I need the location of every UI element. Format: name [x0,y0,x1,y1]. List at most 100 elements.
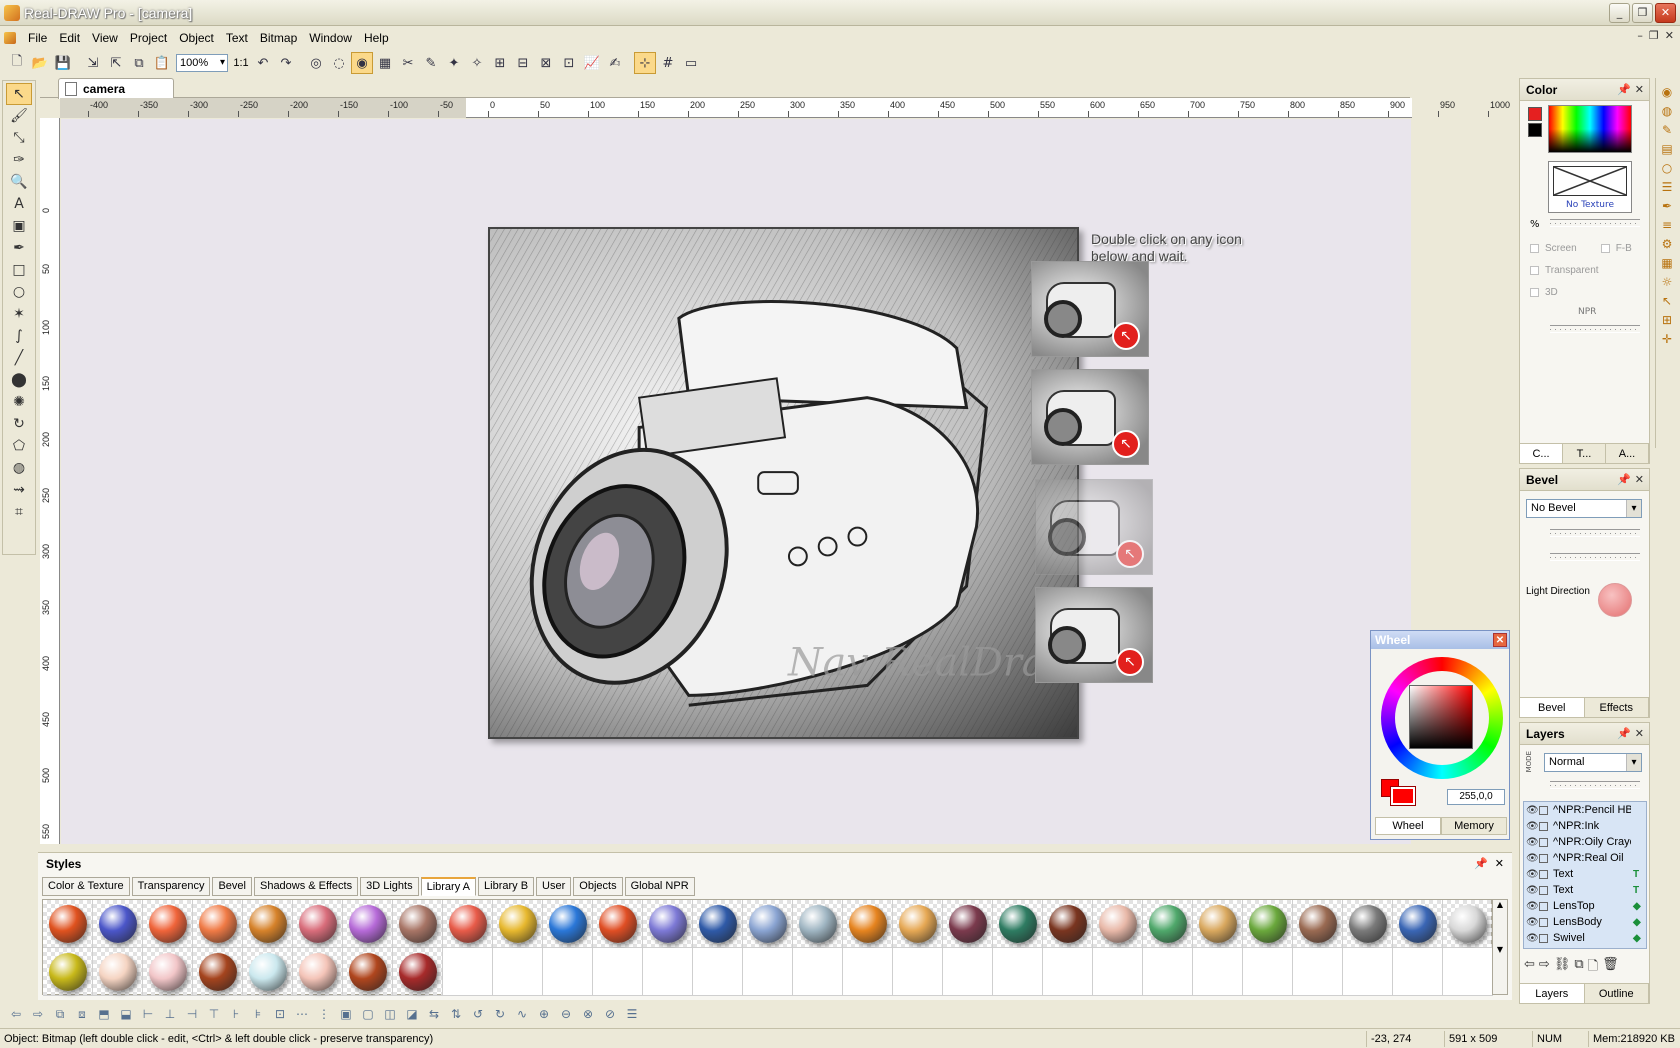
group-objects-icon[interactable]: ▣ [336,1004,356,1024]
properties-icon[interactable]: ☰ [622,1004,642,1024]
weld-icon[interactable]: ⊕ [534,1004,554,1024]
npr-icon[interactable]: ✍ [604,52,626,74]
styles-tab-color-texture[interactable]: Color & Texture [42,877,130,896]
style-swatch-cell[interactable] [1243,900,1293,948]
save-icon[interactable]: 💾 [52,52,74,74]
import-icon[interactable]: ⇲ [82,52,104,74]
menu-edit[interactable]: Edit [53,29,86,47]
distort-tool-icon[interactable]: ⬠ [6,435,32,457]
lock-icon[interactable] [1539,853,1548,863]
actual-size-button[interactable]: 1:1 [231,57,251,69]
style-swatch-cell[interactable] [1243,948,1293,996]
close-button[interactable]: ✕ [1655,3,1676,23]
texture-panel-icon[interactable]: ◍ [1659,103,1675,119]
tab-color[interactable]: C... [1520,444,1563,463]
style-swatch-cell[interactable] [93,900,143,948]
window-layout-icon[interactable]: ▭ [680,52,702,74]
style-swatch-cell[interactable] [1393,900,1443,948]
drawing-canvas[interactable]: Nav RealDraw Double click on any icon be… [61,119,1411,844]
style-swatch-cell[interactable] [793,900,843,948]
align-bottom-icon[interactable]: ⊧ [248,1004,268,1024]
send-back-icon[interactable]: ⧈ [72,1004,92,1024]
distribute-v-icon[interactable]: ⋮ [314,1004,334,1024]
wheel-primary-swatch[interactable] [1390,786,1416,806]
style-swatch-cell[interactable] [393,948,443,996]
styles-tab-library-b[interactable]: Library B [478,877,535,896]
style-swatch-cell[interactable] [1093,900,1143,948]
toggle-effects-icon[interactable]: ◉ [351,52,373,74]
npr-preset-thumbnail-4[interactable]: ↖ [1035,587,1153,683]
style-swatch-cell[interactable] [1343,900,1393,948]
align-middle-icon[interactable]: ⊦ [226,1004,246,1024]
layers-panel-icon[interactable]: ☰ [1659,179,1675,195]
menu-file[interactable]: File [22,29,53,47]
lock-object-icon[interactable]: ⊘ [600,1004,620,1024]
menu-view[interactable]: View [86,29,124,47]
lock-icon[interactable] [1539,901,1548,911]
style-swatch-cell[interactable] [993,900,1043,948]
redo-icon[interactable]: ↷ [275,52,297,74]
combine-objects-icon[interactable]: ◫ [380,1004,400,1024]
style-swatch-cell[interactable] [1043,900,1093,948]
pen-panel-icon[interactable]: ✒ [1659,198,1675,214]
spray-tool-icon[interactable]: ✺ [6,391,32,413]
rectangle-tool-icon[interactable]: □ [6,259,32,281]
grid-icon[interactable]: ▦ [374,52,396,74]
style-swatch-cell[interactable] [643,948,693,996]
tab-texture[interactable]: T... [1563,444,1606,463]
line-tool-icon[interactable]: ╱ [6,347,32,369]
new-file-icon[interactable]: 🗋 [6,52,28,74]
style-swatch-cell[interactable] [393,900,443,948]
undo-icon[interactable]: ↶ [252,52,274,74]
style-swatch-cell[interactable] [443,900,493,948]
arrow-left-icon[interactable]: ⇦ [6,1004,26,1024]
document-menu-icon[interactable] [4,31,16,44]
menu-object[interactable]: Object [173,29,220,47]
lock-icon[interactable] [1539,917,1548,927]
style-swatch-cell[interactable] [143,948,193,996]
layer-row[interactable]: 👁 ^NPR:Oily Crayo [1524,834,1646,850]
bevel-type-select[interactable]: No Bevel [1526,499,1642,518]
eye-icon[interactable]: 👁 [1526,917,1539,928]
combine-icon[interactable]: ⊠ [535,52,557,74]
tab-outline[interactable]: Outline [1585,984,1649,1003]
tab-appearance[interactable]: A... [1606,444,1649,463]
brush-tool-icon[interactable]: 🖌 [6,105,32,127]
bitmap-tool-icon[interactable]: ▣ [6,215,32,237]
style-swatch-cell[interactable] [593,900,643,948]
zoom-tool-icon[interactable]: 🔍 [6,171,32,193]
lock-icon[interactable] [1539,869,1548,879]
mdi-restore-button[interactable]: ❐ [1649,29,1659,42]
curve-tool-icon[interactable]: ∫ [6,325,32,347]
style-swatch-cell[interactable] [793,948,843,996]
blend-tool-icon[interactable]: ◍ [6,457,32,479]
close-icon[interactable]: ✕ [1493,633,1507,647]
minimize-button[interactable]: _ [1609,3,1630,23]
style-swatch-cell[interactable] [1143,948,1193,996]
style-swatch-cell[interactable] [1443,948,1493,996]
close-icon[interactable]: ✕ [1635,83,1644,96]
close-icon[interactable]: ✕ [1635,727,1644,740]
tab-wheel[interactable]: Wheel [1375,817,1441,835]
rotate-right-icon[interactable]: ↻ [490,1004,510,1024]
style-swatch-cell[interactable] [1193,948,1243,996]
style-swatch-cell[interactable] [893,948,943,996]
rotate-left-icon[interactable]: ↺ [468,1004,488,1024]
center-page-icon[interactable]: ⊡ [270,1004,290,1024]
pen-tool-icon[interactable]: ✒ [6,237,32,259]
bevel-panel-icon[interactable]: ▤ [1659,141,1675,157]
style-swatch-cell[interactable] [293,900,343,948]
layer-merge-icon[interactable]: ⧉ [1574,957,1583,979]
menu-text[interactable]: Text [220,29,254,47]
text-tool-icon[interactable]: A [6,193,32,215]
align-left-icon[interactable]: ⊢ [138,1004,158,1024]
move-layer-right-icon[interactable]: ⇨ [1539,957,1550,979]
style-swatch-cell[interactable] [93,948,143,996]
eye-icon[interactable]: 👁 [1526,869,1539,880]
ungroup-icon[interactable]: ◌ [328,52,350,74]
snap-icon[interactable]: ⊹ [634,52,656,74]
style-swatch-cell[interactable] [343,900,393,948]
styles-tab-bevel[interactable]: Bevel [212,877,252,896]
chart-icon[interactable]: 📈 [581,52,603,74]
lightbulb-panel-icon[interactable]: ☼ [1659,274,1675,290]
